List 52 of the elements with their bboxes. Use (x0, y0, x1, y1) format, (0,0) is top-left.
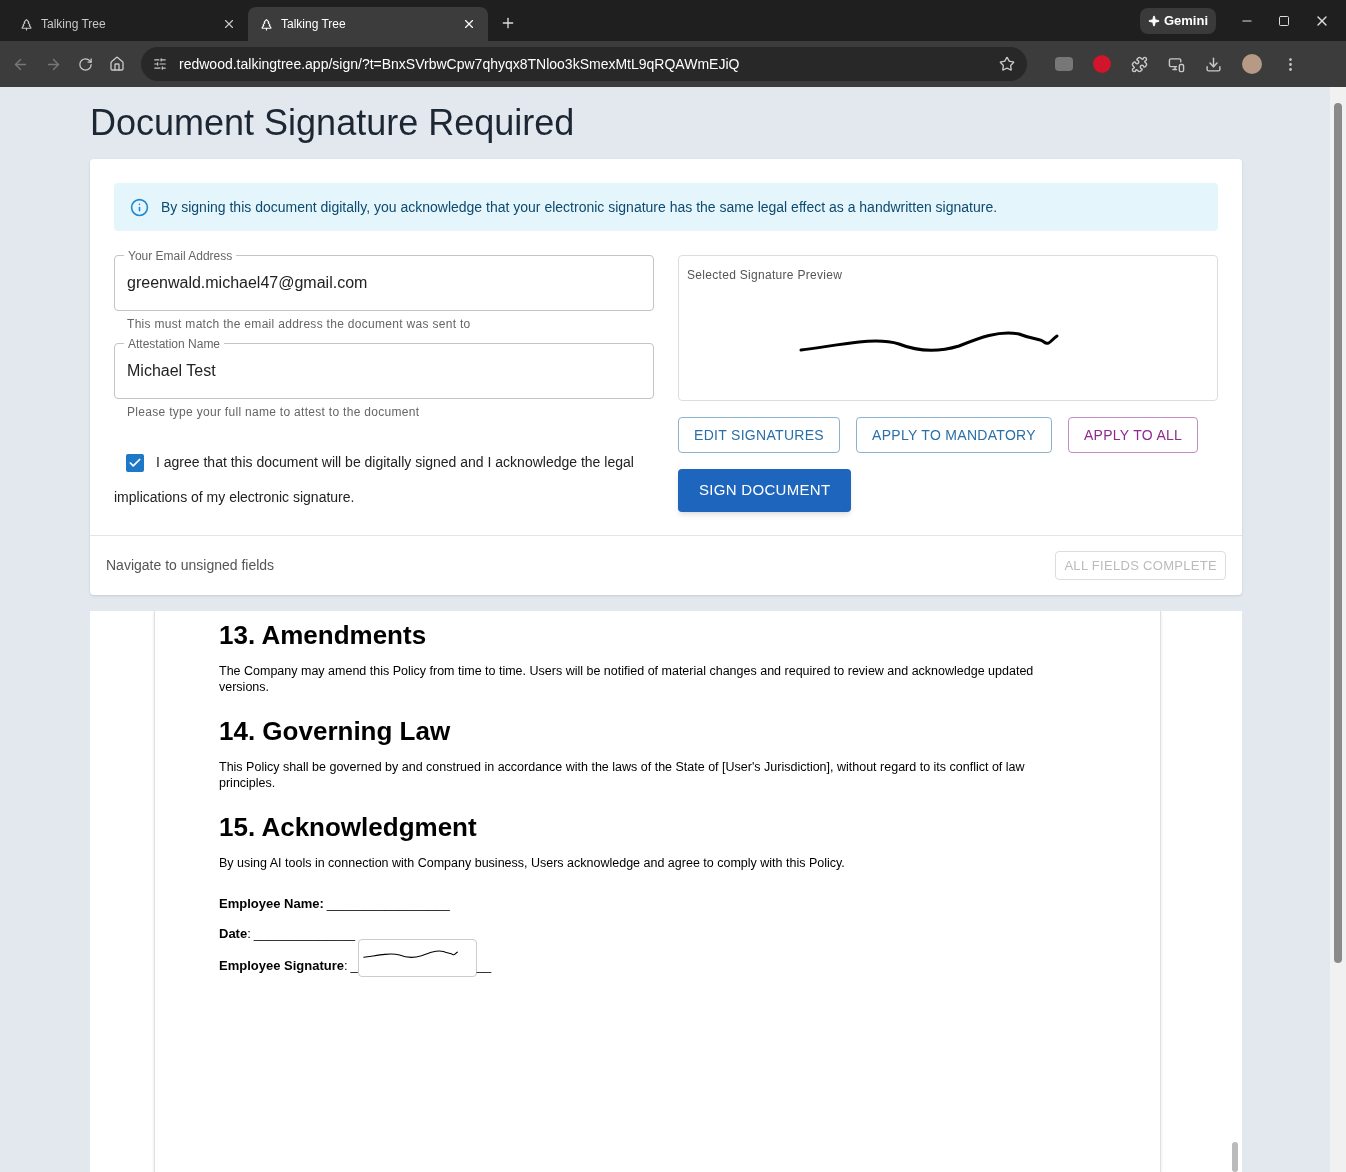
action-button[interactable]: APPLY TO ALL (1067, 417, 1199, 453)
tree-icon (260, 17, 273, 31)
site-settings-icon[interactable] (153, 57, 167, 71)
cast-icon[interactable] (1168, 55, 1185, 73)
page-title: Document Signature Required (90, 101, 576, 145)
bookmark-star-icon[interactable] (999, 56, 1015, 72)
avatar-icon[interactable] (1242, 54, 1262, 74)
blank-line: ______________ (253, 925, 356, 943)
helper-text: Please type your full name to attest to the document (126, 404, 421, 421)
helper-text: This must match the email address the document was sent to (126, 316, 472, 333)
browser-tab[interactable]: Talking Tree (248, 7, 488, 41)
field-value[interactable]: Michael Test (127, 359, 641, 383)
sparkle-icon (1147, 14, 1160, 27)
blank-line: _________________ (326, 895, 450, 913)
maximize-icon[interactable] (1278, 14, 1290, 27)
address-bar[interactable]: redwood.talkingtree.app/sign/?t=BnxSVrbwCpw7qhyqx8TNloo3kSmexMtL9qRQAWmEJiQ (141, 47, 1027, 81)
notice-text: By signing this document digitally, you acknowledge that your electronic signature has the same legal effect as a handwritten signature. (161, 197, 998, 217)
tree-icon (20, 17, 33, 31)
gemini-button[interactable]: Gemini (1139, 7, 1216, 34)
blank-line: __ (476, 957, 492, 975)
agreement-checkbox[interactable] (126, 454, 144, 473)
navigate-text: Navigate to unsigned fields (106, 556, 275, 575)
field-value[interactable]: greenwald.michael47@gmail.com (127, 271, 641, 295)
extensions-icon[interactable] (1131, 55, 1148, 73)
section-heading: 14. Governing Law (219, 715, 452, 748)
blank-line: _ (350, 957, 358, 975)
url-text: redwood.talkingtree.app/sign/?t=BnxSVrbwCpw7qhyqx8TNloo3kSmexMtL9qRQAWmEJiQ (179, 54, 741, 74)
action-button[interactable]: EDIT SIGNATURES (678, 417, 840, 453)
form-line-label: Employee Name: (219, 895, 324, 913)
section-text: The Company may amend this Policy from time to time. Users will be notified of material changes and required to review and acknowledge updated versions. (219, 663, 1035, 695)
tab-title: Talking Tree (41, 16, 107, 33)
preview-label: Selected Signature Preview (687, 267, 843, 284)
section-heading: 15. Acknowledgment (219, 811, 478, 844)
section-text: By using AI tools in connection with Company business, Users acknowledge and agree to comply with this Policy. (219, 855, 846, 871)
sign-document-button[interactable]: SIGN DOCUMENT (678, 469, 852, 512)
reload-icon[interactable] (78, 56, 93, 72)
section-heading: 13. Amendments (219, 619, 428, 652)
info-icon (130, 197, 149, 217)
scrollbar (1232, 1142, 1238, 1172)
tab-title: Talking Tree (281, 16, 347, 33)
new-tab-icon[interactable] (500, 15, 516, 31)
download-icon[interactable] (1205, 55, 1222, 73)
close-icon[interactable] (222, 17, 236, 31)
section-text: This Policy shall be governed by and construed in accordance with the laws of the State of [User's Jurisdiction], without regard to its conflict of law principles. (219, 759, 1026, 791)
form-line-label: Date: (219, 925, 251, 943)
home-icon[interactable] (109, 56, 125, 72)
action-button[interactable]: APPLY TO MANDATORY (856, 417, 1052, 453)
close-icon[interactable] (462, 17, 476, 31)
agreement-text: I agree that this document will be digitally signed and I acknowledge the legal implications of my electronic signature. (114, 453, 635, 507)
browser-tab[interactable]: Talking Tree (8, 7, 248, 41)
signature-field[interactable] (357, 939, 477, 977)
form-line-label: Employee Signature: (219, 957, 348, 975)
